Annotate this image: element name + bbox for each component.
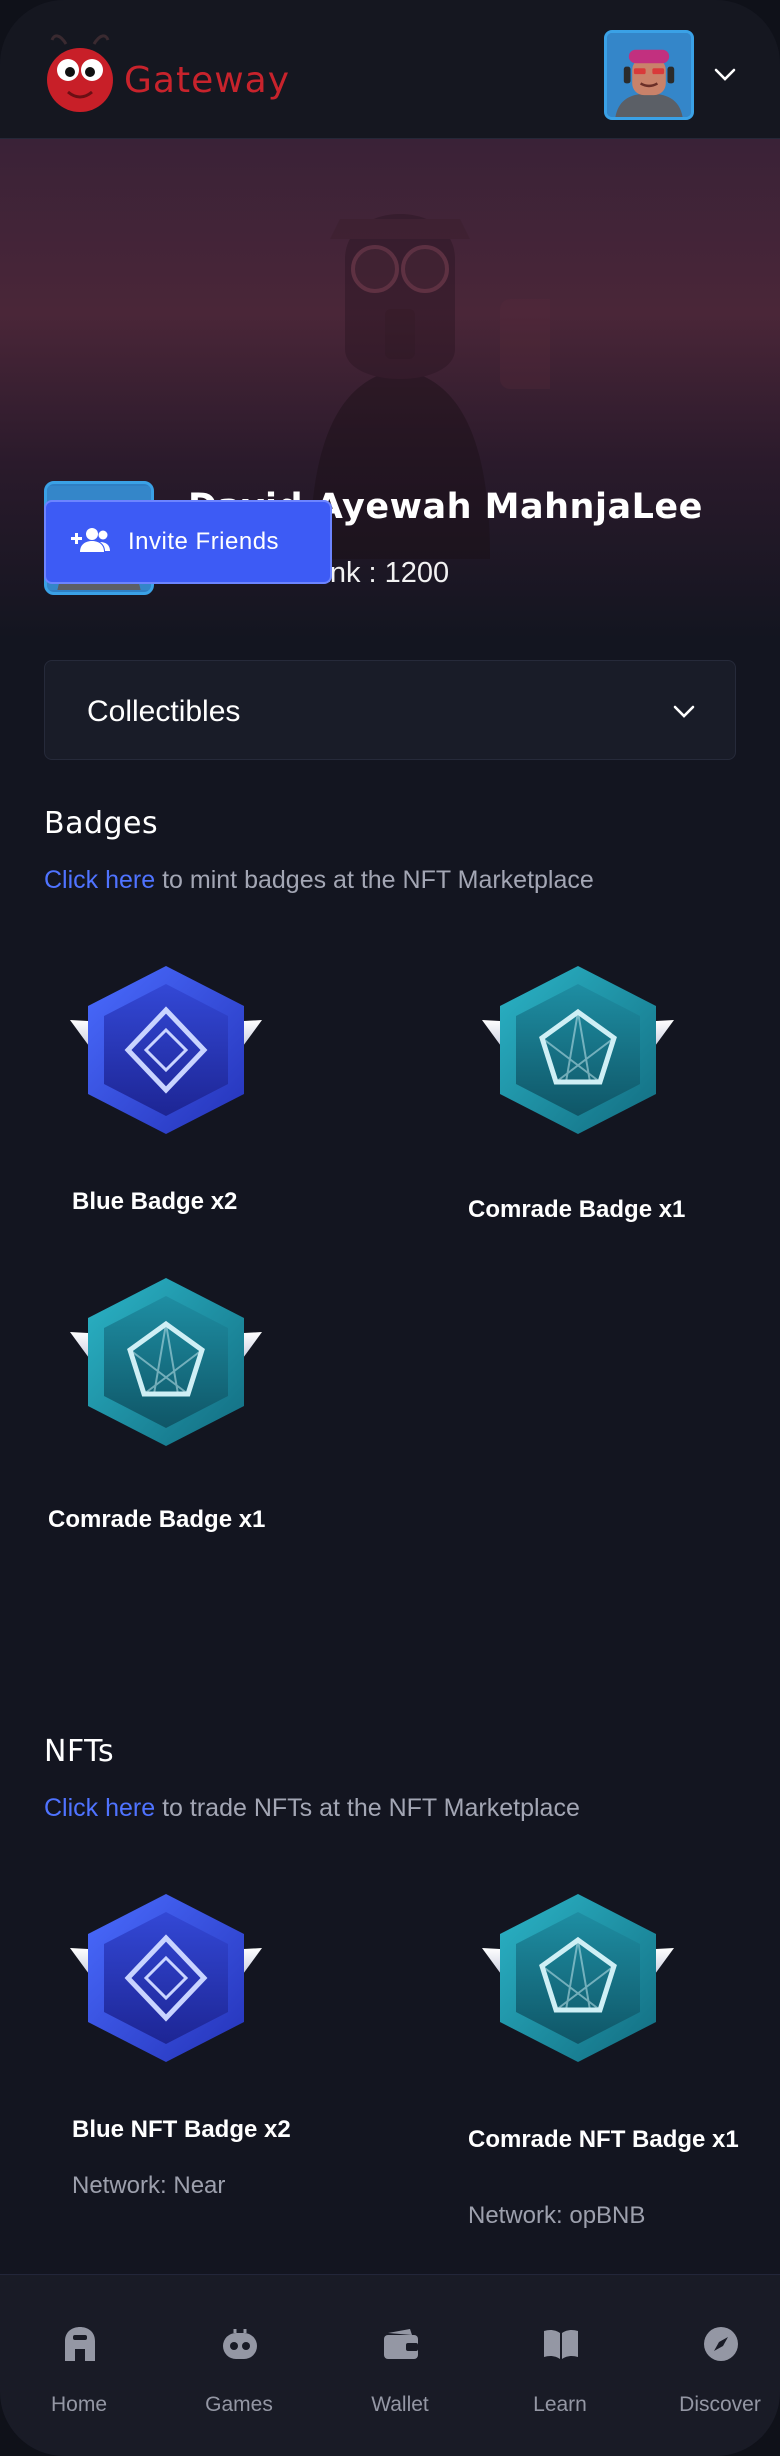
- badges-subtext: Click here to mint badges at the NFT Mar…: [44, 866, 594, 895]
- add-user-icon: [70, 526, 110, 558]
- nav-label: Home: [50, 2393, 108, 2416]
- nft-label: Comrade NFT Badge x1: [468, 2126, 739, 2153]
- collection-dropdown[interactable]: Collectibles: [44, 660, 736, 760]
- top-bar: Gateway: [0, 0, 780, 139]
- nfts-subtext-rest: to trade NFTs at the NFT Marketplace: [155, 1794, 580, 1822]
- nav-item-discover[interactable]: Discover: [660, 2275, 780, 2456]
- collection-dropdown-value: Collectibles: [87, 695, 241, 728]
- comrade-badge-icon: [70, 1278, 262, 1446]
- nfts-subtext: Click here to trade NFTs at the NFT Mark…: [44, 1794, 580, 1823]
- badges-heading: Badges: [44, 806, 159, 841]
- badge-label: Blue Badge x2: [72, 1188, 238, 1215]
- bottom-navigation: Home Games Wallet Learn Discover: [0, 2274, 780, 2456]
- comrade-badge-card[interactable]: [478, 960, 678, 1144]
- chevron-down-icon[interactable]: [712, 62, 738, 92]
- comrade-nft-badge-card[interactable]: [478, 1888, 678, 2072]
- app-logo-text: Gateway: [124, 60, 291, 101]
- nav-item-home[interactable]: Home: [19, 2275, 139, 2456]
- wallet-icon: [382, 2325, 420, 2367]
- blue-badge-icon: [70, 966, 262, 1134]
- user-avatar-button[interactable]: [604, 30, 694, 120]
- home-icon: [61, 2325, 99, 2367]
- nav-item-games[interactable]: Games: [179, 2275, 299, 2456]
- nfts-trade-link[interactable]: Click here: [44, 1794, 155, 1822]
- book-icon: [542, 2325, 580, 2367]
- nav-label: Learn: [533, 2393, 587, 2416]
- blue-badge-icon: [70, 1894, 262, 2062]
- nav-label: Games: [205, 2393, 273, 2416]
- comrade-badge-card[interactable]: [66, 1272, 266, 1456]
- nav-item-wallet[interactable]: Wallet: [340, 2275, 460, 2456]
- badge-label: Comrade Badge x1: [468, 1196, 686, 1223]
- blue-badge-card[interactable]: [66, 960, 266, 1144]
- invite-friends-label: Invite Friends: [128, 528, 280, 555]
- nav-label: Discover: [679, 2393, 761, 2416]
- chevron-down-icon: [671, 699, 697, 729]
- gateway-mascot-icon: [44, 26, 118, 120]
- compass-icon: [702, 2325, 740, 2367]
- nav-label: Wallet: [371, 2393, 429, 2416]
- comrade-badge-icon: [482, 1894, 674, 2062]
- nav-item-learn[interactable]: Learn: [500, 2275, 620, 2456]
- comrade-badge-icon: [482, 966, 674, 1134]
- gamepad-icon: [221, 2325, 259, 2367]
- blue-nft-badge-card[interactable]: [66, 1888, 266, 2072]
- badges-subtext-rest: to mint badges at the NFT Marketplace: [155, 866, 594, 894]
- badges-mint-link[interactable]: Click here: [44, 866, 155, 894]
- nfts-heading: NFTs: [44, 1734, 115, 1769]
- nft-label: Blue NFT Badge x2: [72, 2116, 291, 2143]
- nft-network: Network: Near: [72, 2172, 226, 2199]
- invite-friends-button[interactable]: Invite Friends: [44, 500, 332, 584]
- app-screen: Gateway David Ayewah MahnjaLee: 1200 In…: [0, 0, 780, 2456]
- nft-network: Network: opBNB: [468, 2202, 646, 2229]
- badge-label: Comrade Badge x1: [48, 1506, 266, 1533]
